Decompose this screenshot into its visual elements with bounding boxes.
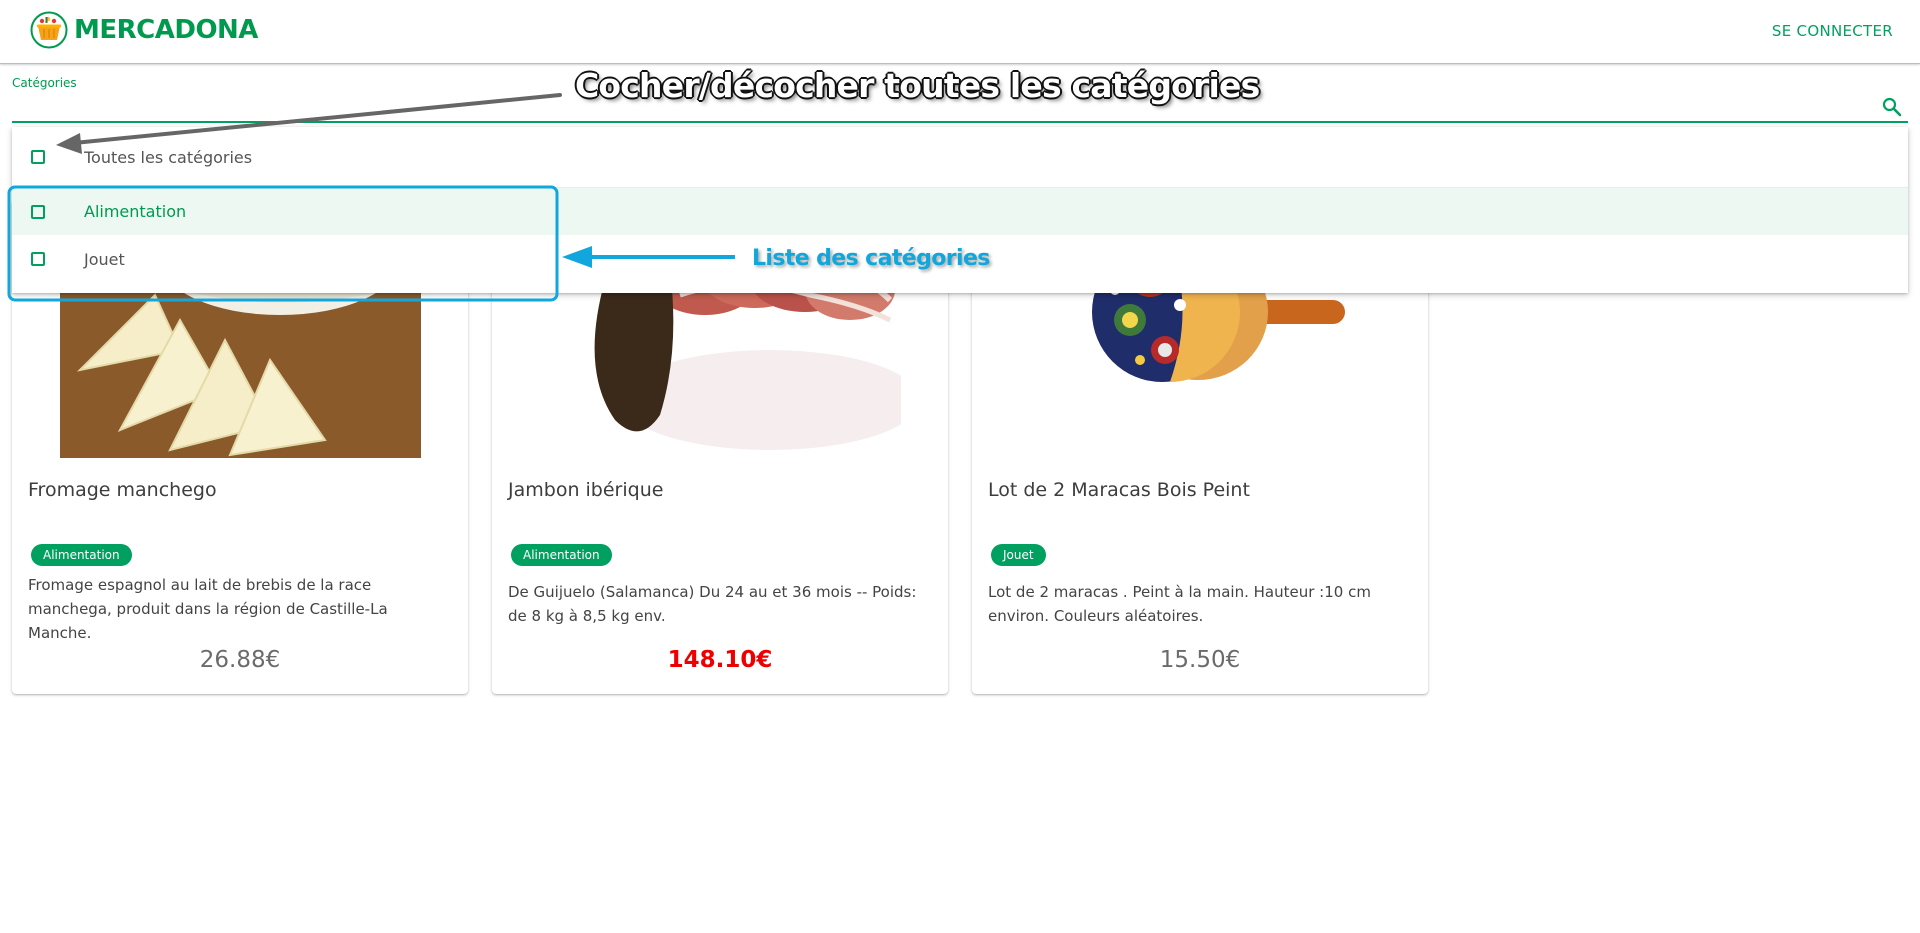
product-description: Lot de 2 maracas . Peint à la main. Haut… bbox=[988, 583, 1371, 625]
option-alimentation[interactable]: Alimentation bbox=[12, 188, 1908, 235]
annotation-list-note: Liste des catégories bbox=[752, 246, 990, 271]
brand-logo[interactable]: MERCADONA bbox=[30, 10, 258, 50]
product-title: Fromage manchego bbox=[28, 479, 217, 501]
product-description: De Guijuelo (Salamanca) Du 24 au et 36 m… bbox=[508, 583, 917, 625]
checkbox-empty-icon[interactable] bbox=[31, 204, 45, 219]
product-price: 148.10€ bbox=[667, 647, 773, 673]
shopping-basket-icon bbox=[30, 11, 68, 49]
brand-name: MERCADONA bbox=[74, 15, 258, 45]
categories-field-label: Catégories bbox=[12, 76, 77, 90]
category-chip: Alimentation bbox=[31, 544, 132, 566]
option-all-categories[interactable]: Toutes les catégories bbox=[12, 127, 1908, 188]
option-label: Jouet bbox=[84, 249, 125, 269]
checkbox-empty-icon[interactable] bbox=[31, 150, 45, 164]
top-app-bar: MERCADONA SE CONNECTER bbox=[0, 0, 1920, 64]
product-price: 15.50€ bbox=[1159, 647, 1241, 673]
option-label: Toutes les catégories bbox=[84, 147, 253, 167]
category-chip: Jouet bbox=[991, 544, 1046, 566]
login-button[interactable]: SE CONNECTER bbox=[1772, 22, 1893, 40]
product-title: Jambon ibérique bbox=[508, 479, 664, 501]
checkbox-empty-icon[interactable] bbox=[31, 252, 45, 266]
annotation-select-all-note: Cocher/décocher toutes les catégories bbox=[575, 66, 1260, 105]
product-description: Fromage espagnol au lait de brebis de la… bbox=[28, 576, 388, 642]
category-chip: Alimentation bbox=[511, 544, 612, 566]
categories-field-underline bbox=[12, 121, 1908, 123]
search-icon[interactable] bbox=[1880, 95, 1904, 119]
option-label: Alimentation bbox=[84, 202, 187, 221]
product-price: 26.88€ bbox=[199, 647, 281, 673]
product-title: Lot de 2 Maracas Bois Peint bbox=[988, 479, 1250, 501]
